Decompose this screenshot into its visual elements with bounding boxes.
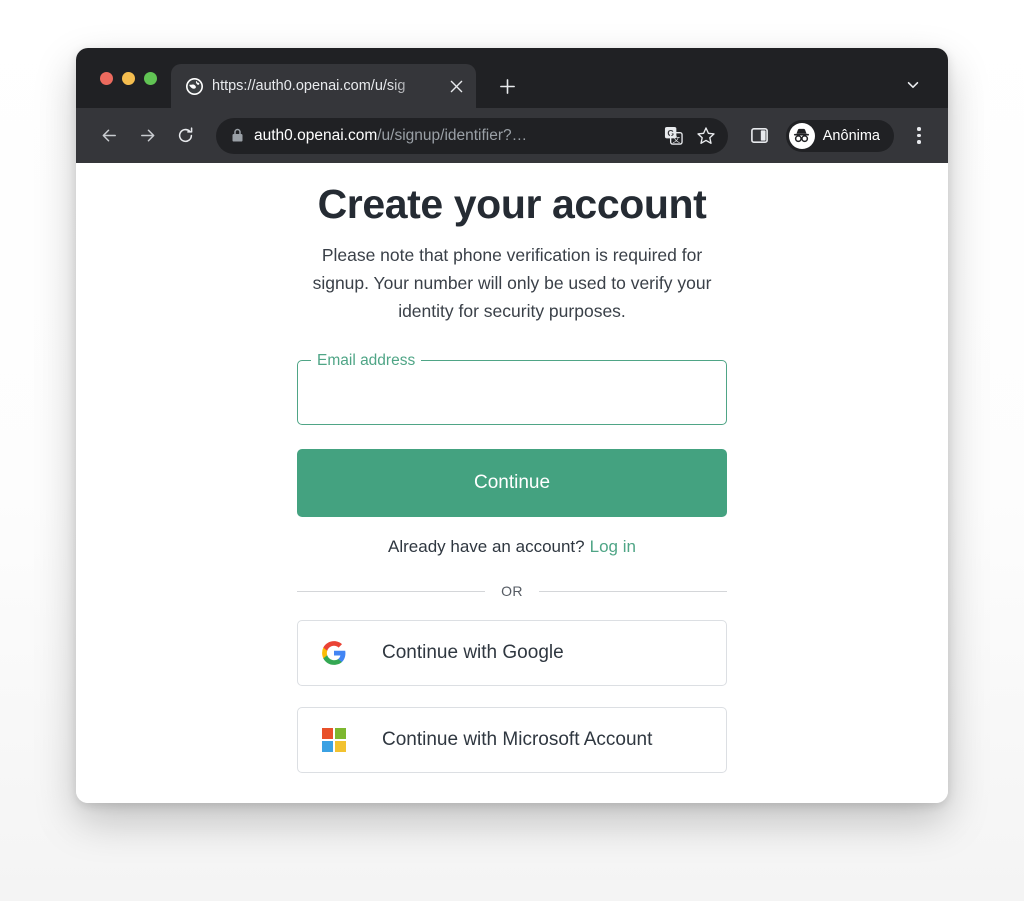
login-prompt-text: Already have an account? <box>388 537 585 557</box>
continue-with-microsoft-button[interactable]: Continue with Microsoft Account <box>297 707 727 774</box>
browser-toolbar: auth0.openai.com/u/signup/identifier?… G… <box>76 108 948 163</box>
window-minimize-button[interactable] <box>122 71 135 85</box>
google-logo-icon <box>320 639 348 667</box>
ms-square-yellow <box>335 741 347 753</box>
kebab-dot <box>917 140 921 144</box>
profile-chip-incognito[interactable]: Anônima <box>785 119 894 152</box>
forward-button[interactable] <box>130 119 164 153</box>
back-button[interactable] <box>92 119 126 153</box>
ms-square-red <box>321 727 333 739</box>
star-icon[interactable] <box>692 122 720 150</box>
or-divider: OR <box>297 583 727 599</box>
tab-title: https://auth0.openai.com/u/sig <box>212 78 406 94</box>
translate-icon[interactable]: G 文 <box>660 122 688 150</box>
window-close-button[interactable] <box>100 71 113 85</box>
ms-square-blue <box>321 741 333 753</box>
url-path: /u/signup/identifier?… <box>377 126 528 144</box>
divider-label: OR <box>501 583 523 600</box>
microsoft-logo-icon <box>320 726 348 754</box>
signup-form: Email address Continue Already have an a… <box>297 325 727 774</box>
three-dot-menu-icon[interactable] <box>904 119 934 153</box>
signup-page: Create your account Please note that pho… <box>76 163 948 774</box>
globe-icon <box>186 77 203 95</box>
lock-icon <box>231 128 244 143</box>
page-title: Create your account <box>317 181 707 227</box>
email-input[interactable] <box>298 363 726 424</box>
reload-button[interactable] <box>168 119 202 153</box>
window-maximize-button[interactable] <box>144 71 157 85</box>
microsoft-logo-grid <box>321 727 347 753</box>
page-subtitle: Please note that phone verification is r… <box>312 245 712 322</box>
divider-line-right <box>538 590 727 592</box>
address-bar[interactable]: auth0.openai.com/u/signup/identifier?… G… <box>216 117 728 154</box>
chevron-down-icon[interactable] <box>896 68 930 102</box>
ms-square-green <box>335 727 347 739</box>
new-tab-button[interactable] <box>490 69 524 103</box>
screen: https://auth0.openai.com/u/sig auth0.ope… <box>0 0 1024 901</box>
window-traffic-lights <box>76 48 171 108</box>
microsoft-button-label: Continue with Microsoft Account <box>382 729 653 751</box>
incognito-icon <box>788 122 815 149</box>
profile-name-label: Anônima <box>822 127 880 144</box>
log-in-link[interactable]: Log in <box>590 537 636 556</box>
url-host: auth0.openai.com <box>254 126 378 144</box>
browser-tab-active[interactable]: https://auth0.openai.com/u/sig <box>171 64 476 108</box>
side-panel-icon[interactable] <box>744 120 776 152</box>
kebab-dot <box>917 127 921 131</box>
login-prompt-row: Already have an account? Log in <box>297 537 727 557</box>
address-bar-url: auth0.openai.com/u/signup/identifier?… <box>254 127 650 145</box>
email-field-wrapper: Email address <box>297 353 727 426</box>
tab-strip: https://auth0.openai.com/u/sig <box>76 48 948 108</box>
tab-close-icon[interactable] <box>447 77 465 95</box>
browser-window: https://auth0.openai.com/u/sig auth0.ope… <box>76 48 948 803</box>
divider-line-left <box>297 590 486 592</box>
continue-button[interactable]: Continue <box>297 449 727 518</box>
continue-with-google-button[interactable]: Continue with Google <box>297 620 727 687</box>
google-button-label: Continue with Google <box>382 642 564 664</box>
kebab-dot <box>917 133 921 138</box>
svg-text:文: 文 <box>673 134 681 144</box>
page-viewport: Create your account Please note that pho… <box>76 163 948 803</box>
omnibox-actions: G 文 <box>660 122 722 150</box>
